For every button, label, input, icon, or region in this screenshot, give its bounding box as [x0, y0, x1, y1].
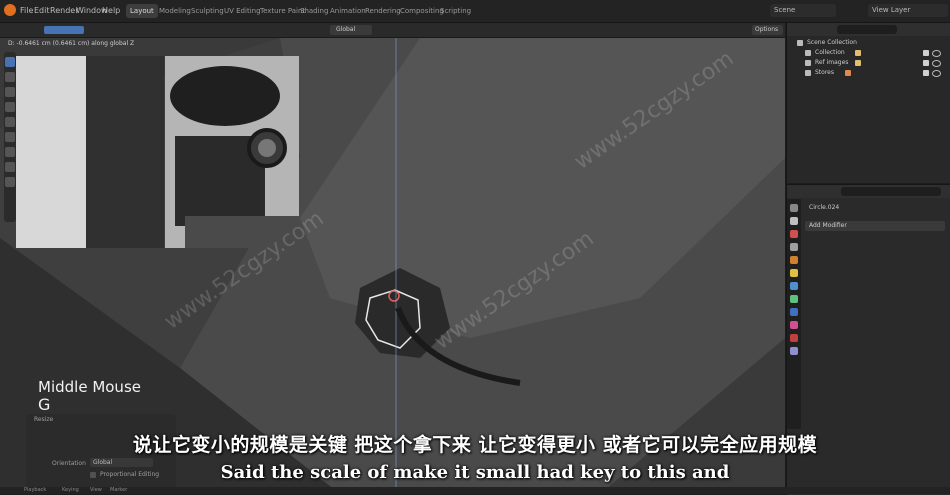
properties-tab-icon[interactable] — [790, 321, 798, 329]
view-layer-label: View Layer — [872, 6, 911, 14]
add-modifier-dropdown[interactable]: Add Modifier — [805, 221, 945, 231]
measure-tool-icon[interactable] — [5, 162, 15, 172]
view-layer-selector[interactable]: View Layer — [868, 4, 948, 17]
properties-tab-icon[interactable] — [790, 347, 798, 355]
menu-help[interactable]: Help — [102, 6, 120, 15]
orientation-label: Global — [336, 26, 356, 33]
outliner-item-label: Ref images — [815, 59, 849, 66]
transform-tool-icon[interactable] — [5, 132, 15, 142]
reference-image-left — [16, 56, 164, 248]
visibility-eye-icon[interactable] — [932, 70, 941, 77]
select-tool-icon[interactable] — [5, 57, 15, 67]
add-cube-tool-icon[interactable] — [5, 177, 15, 187]
outliner-item-label: Stores — [815, 69, 834, 76]
exclude-checkbox[interactable] — [923, 50, 929, 56]
options-label: Options — [755, 26, 779, 33]
subtitle-english: Said the scale of make it small had key … — [220, 462, 730, 483]
outliner-panel: Scene Collection Collection Ref images S… — [786, 23, 950, 183]
exclude-checkbox[interactable] — [923, 70, 929, 76]
menu-keying[interactable]: Keying — [62, 487, 79, 493]
object-name-field[interactable]: Circle.024 — [805, 203, 929, 213]
scene-collection-label: Scene Collection — [807, 39, 857, 46]
properties-search-input[interactable] — [841, 187, 941, 196]
scene-label: Scene — [774, 6, 796, 14]
operator-readout: D: -0.6461 cm (0.6461 cm) along global Z — [8, 40, 135, 47]
menu-view[interactable]: View — [90, 487, 102, 493]
object-icon — [855, 60, 861, 66]
select-mode-buttons[interactable] — [44, 26, 84, 34]
timeline-header: Playback Keying View Marker — [0, 487, 950, 494]
menu-marker[interactable]: Marker — [110, 487, 127, 493]
reference-shadow — [86, 56, 164, 248]
properties-tab-icon[interactable] — [790, 204, 798, 212]
menu-file[interactable]: File — [20, 6, 33, 15]
visibility-eye-icon[interactable] — [932, 60, 941, 67]
outliner-item-stores[interactable]: Stores — [787, 68, 950, 78]
outliner-search-input[interactable] — [837, 25, 897, 34]
object-icon — [855, 50, 861, 56]
collection-icon — [805, 60, 811, 66]
outliner-header — [787, 23, 950, 36]
tab-layout[interactable]: Layout — [126, 4, 158, 18]
key-overlay-key: G — [38, 395, 51, 414]
blender-logo-icon[interactable] — [4, 4, 16, 16]
menu-playback[interactable]: Playback — [24, 487, 46, 493]
scale-tool-icon[interactable] — [5, 117, 15, 127]
redo-panel-title: Resize — [34, 416, 54, 423]
properties-tab-icon[interactable] — [790, 256, 798, 264]
outliner-item-ref-images[interactable]: Ref images — [787, 58, 950, 68]
reference-image-right — [165, 56, 299, 248]
scene-collection-row[interactable]: Scene Collection — [787, 38, 950, 48]
key-overlay-mouse: Middle Mouse — [38, 378, 141, 396]
move-tool-icon[interactable] — [5, 87, 15, 97]
properties-tabs — [787, 199, 801, 429]
collection-icon — [805, 70, 811, 76]
subtitle-chinese: 说让它变小的规模是关键 把这个拿下来 让它变得更小 或者它可以完全应用规模 — [132, 434, 818, 456]
cursor-tool-icon[interactable] — [5, 72, 15, 82]
reference-photo — [165, 56, 299, 248]
tab-scripting[interactable]: Scripting — [436, 4, 475, 18]
rotate-tool-icon[interactable] — [5, 102, 15, 112]
properties-tab-icon[interactable] — [790, 308, 798, 316]
properties-tab-icon[interactable] — [790, 230, 798, 238]
tool-shelf — [4, 52, 16, 222]
annotate-tool-icon[interactable] — [5, 147, 15, 157]
viewport-header: Global Options — [0, 23, 785, 38]
menu-render[interactable]: Render — [50, 6, 78, 15]
transform-orientation-dropdown[interactable]: Global — [330, 25, 372, 35]
properties-tab-icon[interactable] — [790, 334, 798, 342]
outliner-item-collection[interactable]: Collection — [787, 48, 950, 58]
properties-tab-icon[interactable] — [790, 217, 798, 225]
collection-icon — [797, 40, 803, 46]
visibility-eye-icon[interactable] — [932, 50, 941, 57]
properties-header — [787, 185, 950, 198]
exclude-checkbox[interactable] — [923, 60, 929, 66]
outliner-item-label: Collection — [815, 49, 845, 56]
options-dropdown[interactable]: Options — [752, 25, 783, 35]
top-menu-bar: File Edit Render Window Help Layout Mode… — [0, 0, 950, 23]
collection-icon — [805, 50, 811, 56]
menu-edit[interactable]: Edit — [34, 6, 50, 15]
properties-tab-icon[interactable] — [790, 282, 798, 290]
3d-viewport[interactable]: D: -0.6461 cm (0.6461 cm) along global Z… — [0, 38, 785, 494]
add-modifier-label: Add Modifier — [809, 222, 847, 229]
object-icon — [845, 70, 851, 76]
object-name-label: Circle.024 — [809, 204, 840, 211]
properties-tab-icon[interactable] — [790, 243, 798, 251]
scene-selector[interactable]: Scene — [770, 4, 836, 17]
properties-tab-icon[interactable] — [790, 269, 798, 277]
properties-tab-icon[interactable] — [790, 295, 798, 303]
